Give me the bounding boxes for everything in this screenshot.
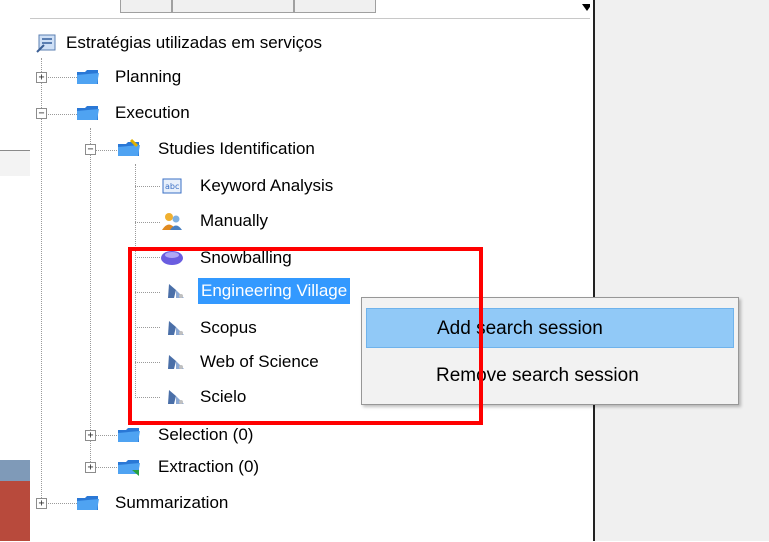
database-search-icon [168,390,184,404]
strategy-book-icon [36,34,56,53]
folder-icon [77,70,99,84]
toolbar-segment[interactable] [172,0,294,13]
tree-node-label: Keyword Analysis [200,176,334,195]
background-panel [0,150,30,176]
toolbar-strip [120,0,592,18]
folder-pencil-icon [118,138,140,156]
tree-node-label: Planning [115,67,182,86]
tree-node-label: Scielo [200,387,247,406]
tree-node-label: Studies Identification [158,139,315,158]
tree-node-label: Execution [115,103,190,122]
tree-node-label: Web of Science [200,352,319,371]
tree-root-label: Estratégias utilizadas em serviços [66,33,323,52]
toolbar-segment[interactable] [120,0,172,13]
background-slide-bar-red [0,481,30,541]
expand-toggle[interactable]: + [36,498,47,509]
tree-node-label: Scopus [200,318,257,337]
svg-text:abc: abc [165,182,179,191]
users-icon [162,213,182,230]
folder-open-icon [77,106,99,120]
database-search-icon [168,284,184,298]
folder-extract-icon [118,460,140,476]
tree-node-label: Extraction (0) [158,457,260,476]
collapse-toggle[interactable]: − [36,108,47,119]
expand-toggle[interactable]: + [36,72,47,83]
background-slide-bar [0,460,30,541]
tree-node-label: Manually [200,211,269,230]
tree-node-label: Selection (0) [158,425,254,444]
tree-node-label: Summarization [115,493,229,512]
context-menu: Add search session Remove search session [361,297,739,405]
keyword-icon: abc [162,178,182,194]
menu-item-add-search-session[interactable]: Add search session [366,308,734,348]
tree-node-label-selected: Engineering Village [198,278,351,304]
folder-icon [77,496,99,510]
expand-toggle[interactable]: + [85,462,96,473]
background-divider [0,150,30,151]
menu-item-remove-search-session[interactable]: Remove search session [366,356,734,396]
database-search-icon [168,355,184,369]
folder-filter-icon [118,428,140,442]
expand-toggle[interactable]: + [85,430,96,441]
database-search-icon [168,321,184,335]
toolbar-segment[interactable] [294,0,376,13]
tree-node-label: Snowballing [200,248,292,267]
snowball-icon [161,251,183,265]
details-panel [593,0,769,541]
collapse-toggle[interactable]: − [85,144,96,155]
